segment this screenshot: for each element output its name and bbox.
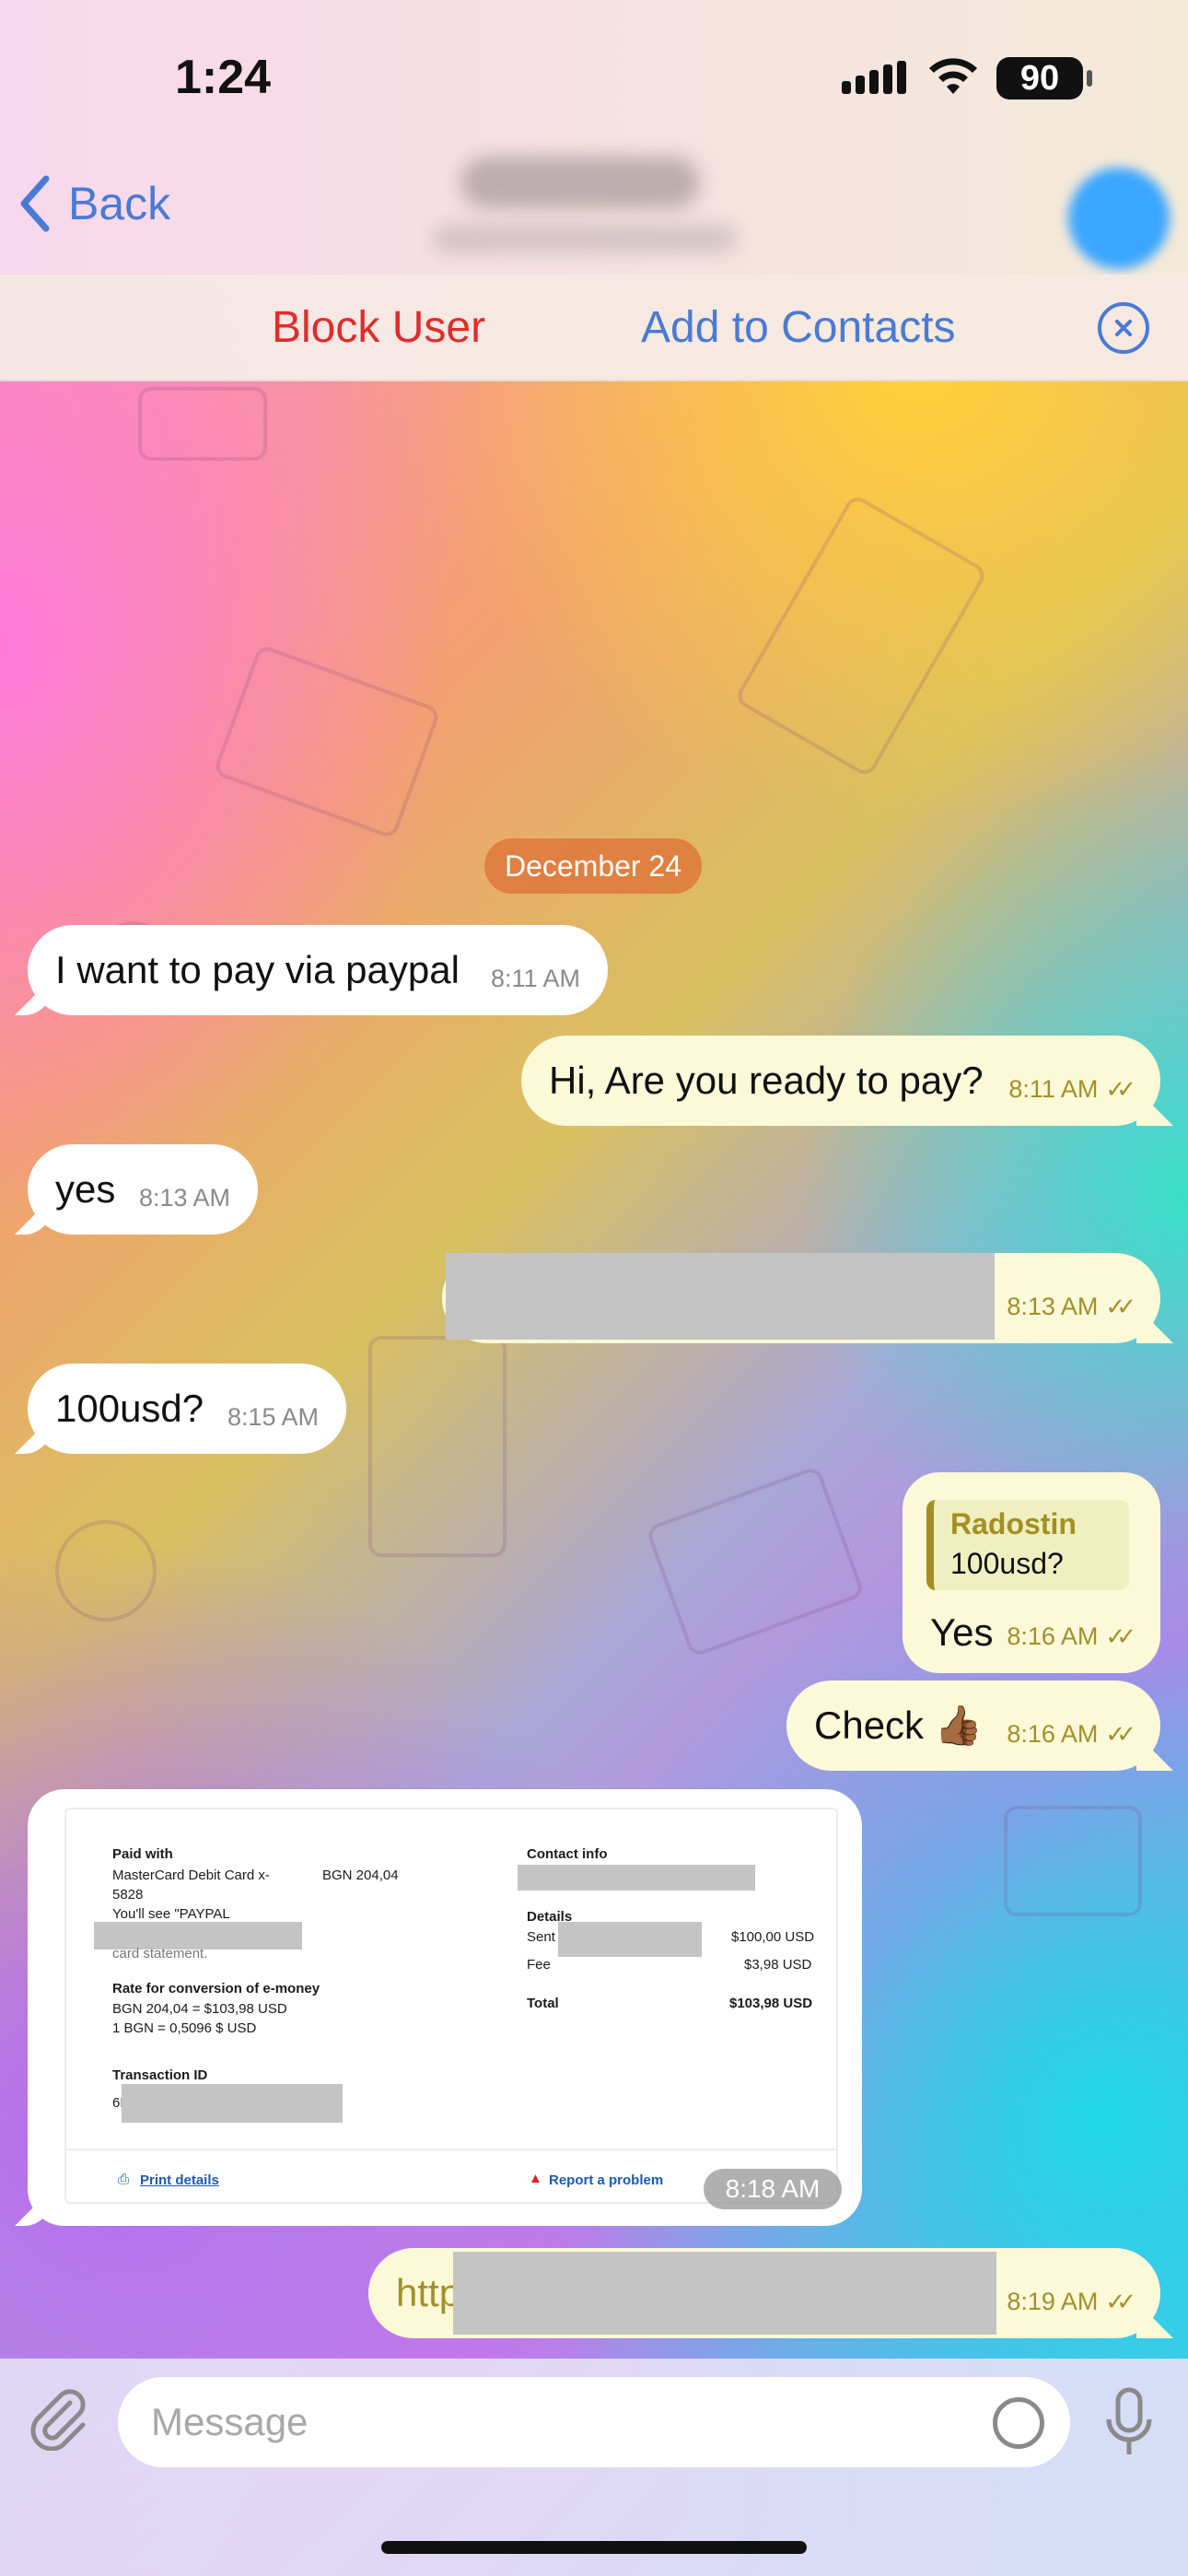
incoming-message[interactable]: 100usd? 8:15 AM bbox=[15, 1364, 346, 1454]
rate-line: BGN 204,04 = $103,98 USD bbox=[112, 2001, 287, 2017]
sticker-icon[interactable] bbox=[993, 2397, 1044, 2449]
redacted-message-content bbox=[446, 1253, 995, 1340]
statement-note-end: card statement. bbox=[112, 1946, 208, 1961]
redacted-recipient bbox=[558, 1922, 702, 1957]
battery-icon: 90 bbox=[996, 57, 1092, 100]
home-indicator[interactable] bbox=[381, 2541, 807, 2554]
cellular-signal-icon bbox=[842, 61, 906, 94]
contact-name-redacted[interactable] bbox=[460, 157, 700, 208]
wallpaper-doodle bbox=[733, 492, 989, 779]
read-checkmarks-icon: ✓✓ bbox=[1105, 1075, 1136, 1103]
total-label: Total bbox=[527, 1996, 559, 2011]
message-text: I want to pay via paypal bbox=[55, 948, 460, 991]
report-problem-link: Report a problem bbox=[549, 2172, 664, 2188]
card-number: 5828 bbox=[112, 1887, 144, 1903]
message-text: Yes bbox=[930, 1610, 994, 1654]
message-text: Hi, Are you ready to pay? bbox=[549, 1059, 984, 1102]
message-time: 8:11 AM bbox=[1008, 1075, 1099, 1103]
message-input[interactable] bbox=[118, 2377, 1070, 2467]
message-text: 100usd? bbox=[55, 1387, 204, 1430]
microphone-icon[interactable] bbox=[1101, 2386, 1157, 2460]
avatar[interactable] bbox=[1068, 168, 1170, 269]
read-checkmarks-icon: ✓✓ bbox=[1105, 1720, 1136, 1748]
back-button[interactable]: Back bbox=[18, 175, 170, 232]
warning-icon: ▲ bbox=[529, 2171, 542, 2186]
reply-author: Radostin bbox=[950, 1507, 1077, 1540]
fee-label: Fee bbox=[527, 1957, 551, 1973]
transaction-id-label: Transaction ID bbox=[112, 2067, 208, 2083]
wallpaper-doodle bbox=[368, 1336, 507, 1557]
message-text: yes bbox=[55, 1167, 116, 1211]
message-meta: 8:13 AM ✓✓ bbox=[1007, 1293, 1136, 1321]
message-time: 8:15 AM bbox=[227, 1403, 319, 1431]
read-checkmarks-icon: ✓✓ bbox=[1105, 1293, 1136, 1320]
message-meta: 8:11 AM ✓✓ bbox=[1008, 1075, 1136, 1104]
wifi-icon bbox=[929, 58, 977, 94]
chat-header: 1:24 90 Back bbox=[0, 0, 1188, 276]
incoming-message[interactable]: yes 8:13 AM bbox=[15, 1144, 258, 1235]
rate-label: Rate for conversion of e-money bbox=[112, 1981, 320, 1996]
wallpaper-doodle bbox=[645, 1465, 866, 1658]
message-meta: 8:19 AM ✓✓ bbox=[1007, 2288, 1136, 2316]
message-time: 8:13 AM bbox=[1007, 1293, 1099, 1320]
redacted-link bbox=[453, 2252, 996, 2335]
paperclip-icon[interactable] bbox=[26, 2386, 90, 2451]
read-checkmarks-icon: ✓✓ bbox=[1105, 2288, 1136, 2315]
message-time: 8:16 AM bbox=[1007, 1622, 1099, 1650]
wallpaper-doodle bbox=[1004, 1806, 1142, 1916]
print-details-link: Print details bbox=[140, 2172, 219, 2188]
message-text: Check 👍🏾 bbox=[814, 1703, 984, 1747]
total-amount: $103,98 USD bbox=[729, 1996, 813, 2011]
outgoing-message[interactable]: 8:13 AM ✓✓ bbox=[442, 1253, 1173, 1343]
image-time-badge: 8:18 AM bbox=[704, 2169, 842, 2209]
link-text[interactable]: http bbox=[396, 2271, 460, 2315]
message-meta: 8:16 AM ✓✓ bbox=[1007, 1720, 1136, 1749]
amount-bgn: BGN 204,04 bbox=[322, 1868, 399, 1883]
wallpaper-doodle bbox=[138, 387, 267, 461]
status-bar: 1:24 90 bbox=[0, 0, 1188, 157]
message-time: 8:19 AM bbox=[1007, 2288, 1099, 2315]
incoming-message[interactable]: I want to pay via paypal 8:11 AM bbox=[15, 925, 608, 1015]
outgoing-message[interactable]: Check 👍🏾 8:16 AM ✓✓ bbox=[786, 1680, 1173, 1771]
read-checkmarks-icon: ✓✓ bbox=[1105, 1622, 1136, 1650]
redacted-transaction-id bbox=[122, 2084, 343, 2123]
message-time: 8:13 AM bbox=[138, 1184, 230, 1212]
reply-quote[interactable]: Radostin 100usd? bbox=[926, 1500, 1129, 1590]
message-time: 8:11 AM bbox=[490, 965, 580, 992]
close-icon[interactable] bbox=[1098, 302, 1149, 354]
redacted-contact bbox=[518, 1865, 755, 1891]
payment-receipt-image[interactable]: Paid with MasterCard Debit Card x- BGN 2… bbox=[37, 1798, 853, 2217]
rate-line: 1 BGN = 0,5096 $ USD bbox=[112, 2020, 257, 2036]
incoming-image-message[interactable]: Paid with MasterCard Debit Card x- BGN 2… bbox=[15, 1789, 862, 2226]
reply-text: 100usd? bbox=[950, 1547, 1064, 1580]
message-time: 8:16 AM bbox=[1007, 1720, 1099, 1748]
contact-status-redacted bbox=[433, 225, 737, 252]
status-time: 1:24 bbox=[175, 51, 272, 104]
wallpaper-doodle bbox=[212, 643, 442, 840]
contact-action-bar: Block User Add to Contacts bbox=[0, 275, 1188, 381]
date-separator: December 24 bbox=[484, 838, 702, 894]
wallpaper-doodle bbox=[55, 1520, 157, 1622]
outgoing-link-message[interactable]: http 8:19 AM ✓✓ bbox=[368, 2248, 1173, 2338]
printer-icon: ⎙ bbox=[118, 2172, 130, 2187]
statement-note: You'll see "PAYPAL bbox=[112, 1906, 230, 1922]
receipt-divider bbox=[64, 2149, 838, 2150]
back-label: Back bbox=[68, 178, 171, 229]
card-line: MasterCard Debit Card x- bbox=[112, 1868, 270, 1883]
outgoing-reply-message[interactable]: Radostin 100usd? Yes 8:16 AM ✓✓ bbox=[903, 1472, 1160, 1673]
contact-info-label: Contact info bbox=[527, 1846, 608, 1862]
fee-amount: $3,98 USD bbox=[744, 1957, 812, 1973]
message-meta: 8:16 AM ✓✓ bbox=[1007, 1622, 1136, 1651]
add-to-contacts-button[interactable]: Add to Contacts bbox=[641, 302, 956, 353]
paid-with-label: Paid with bbox=[112, 1846, 173, 1862]
sent-amount: $100,00 USD bbox=[731, 1929, 815, 1945]
chevron-left-icon bbox=[20, 175, 50, 232]
outgoing-message[interactable]: Hi, Are you ready to pay? 8:11 AM ✓✓ bbox=[521, 1036, 1173, 1126]
block-user-button[interactable]: Block User bbox=[272, 302, 485, 353]
